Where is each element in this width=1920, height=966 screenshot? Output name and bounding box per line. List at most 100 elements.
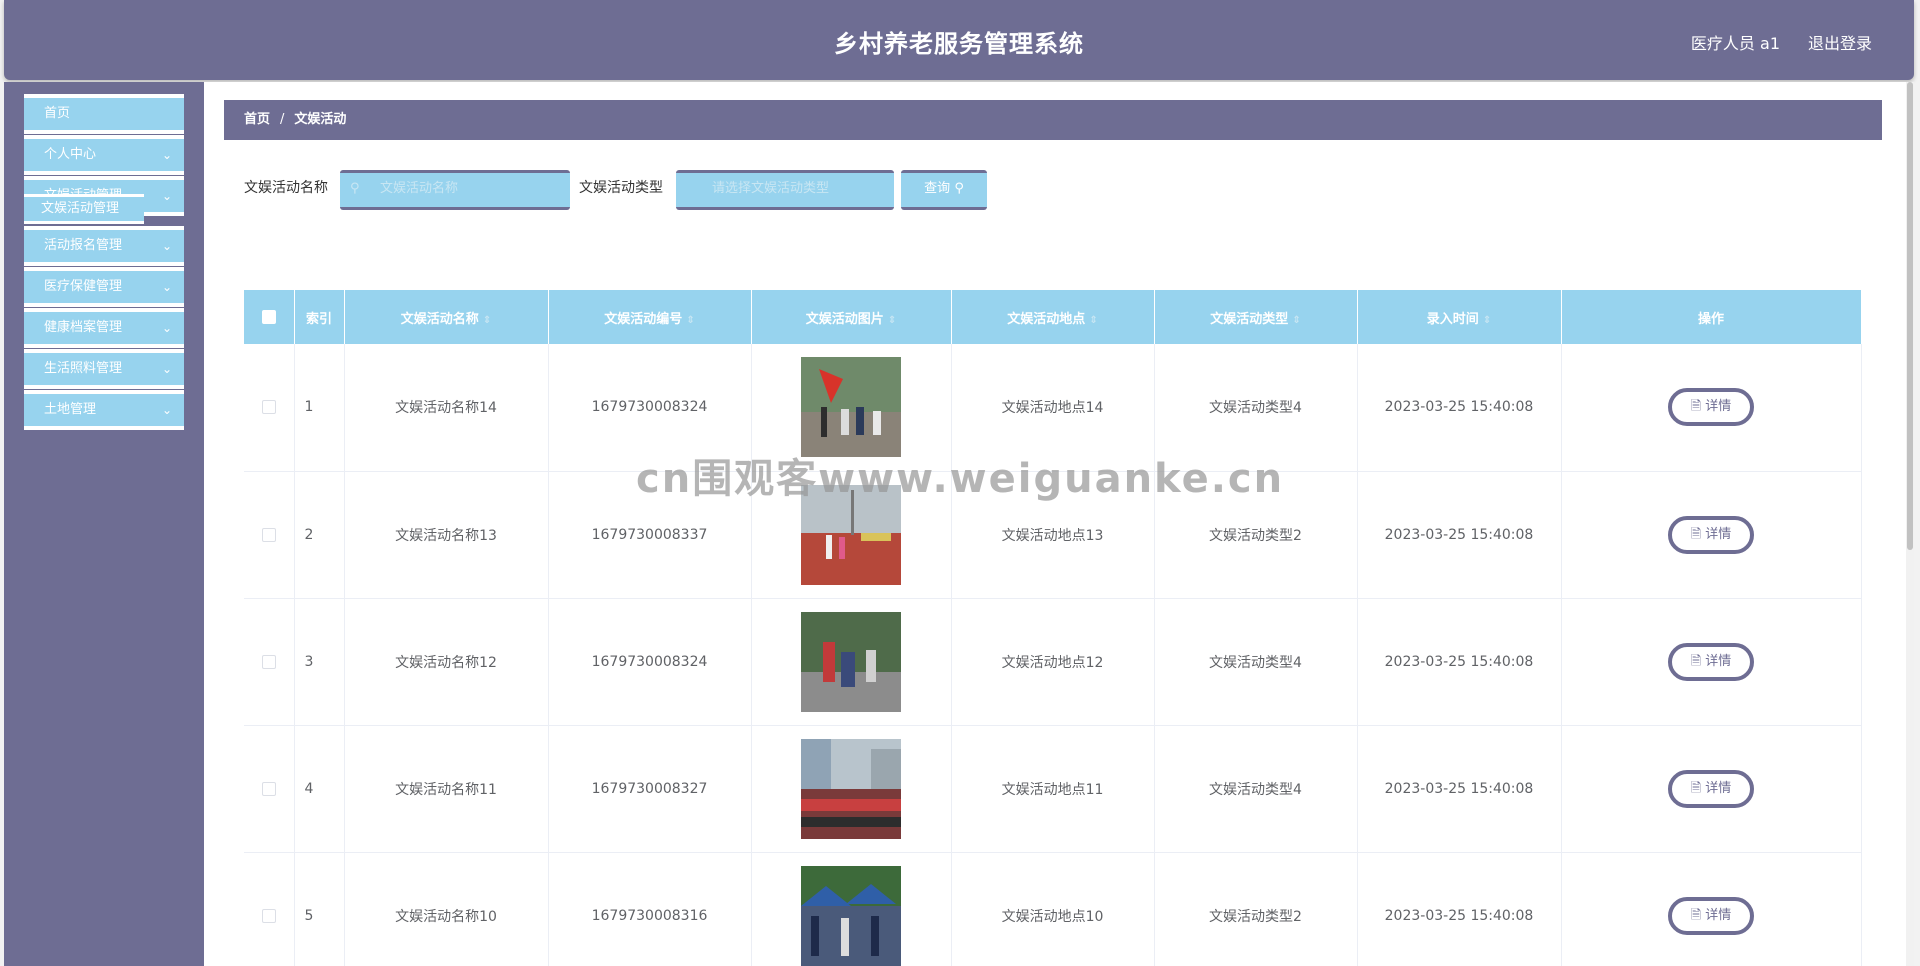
sidebar-item-land-management[interactable]: 土地管理 ⌄ [24,390,184,430]
detail-button-label: 详情 [1705,780,1732,796]
row-checkbox[interactable] [261,654,276,669]
breadcrumb-home[interactable]: 首页 [244,112,270,127]
breadcrumb: 首页 / 文娱活动 [224,100,1882,140]
row-select-cell [244,852,295,966]
breadcrumb-separator: / [280,112,285,127]
sidebar-item-label: 健康档案管理 [44,320,123,335]
row-action-cell: 🗎 详情 [1561,471,1862,599]
submenu-item-activity-management[interactable]: 文娱活动管理 [24,194,144,224]
column-header-name[interactable]: 文娱活动名称 ⇕ [344,290,549,344]
row-checkbox[interactable] [261,908,276,923]
sort-icon[interactable]: ⇕ [686,315,694,326]
column-header-place[interactable]: 文娱活动地点 ⇕ [951,290,1155,344]
row-place: 文娱活动地点12 [951,598,1155,726]
sidebar-item-life-care[interactable]: 生活照料管理 ⌄ [24,349,184,389]
sort-icon[interactable]: ⇕ [1483,315,1491,326]
detail-button[interactable]: 🗎 详情 [1668,642,1754,681]
column-header-index: 索引 [294,290,345,344]
sort-icon[interactable]: ⇕ [483,315,491,326]
chevron-down-icon: ⌄ [161,362,172,376]
sort-icon[interactable]: ⇕ [1292,315,1300,326]
row-code: 1679730008324 [548,344,752,472]
search-type-label: 文娱活动类型 [579,180,663,196]
row-index: 2 [294,471,345,599]
logout-link[interactable]: 退出登录 [1808,30,1872,54]
activity-photo[interactable] [801,357,901,458]
activity-photo[interactable] [801,738,901,839]
table-row: 4 文娱活动名称11 1679730008327 文娱活动地点11 文娱活动类型… [244,725,1862,853]
search-name-input[interactable]: ⚲ 文娱活动名称 [340,170,570,210]
search-name-placeholder: 文娱活动名称 [380,181,459,196]
row-time: 2023-03-25 15:40:08 [1357,344,1562,472]
row-place: 文娱活动地点11 [951,725,1155,853]
select-all-checkbox[interactable] [261,310,276,324]
column-header-code[interactable]: 文娱活动编号 ⇕ [548,290,752,344]
query-button-label: 查询 [924,181,951,196]
detail-button-label: 详情 [1705,526,1732,542]
column-header-label: 录入时间 [1426,311,1479,327]
row-checkbox[interactable] [261,400,276,415]
row-select-cell [244,725,295,853]
detail-button[interactable]: 🗎 详情 [1668,388,1754,427]
vertical-scrollbar[interactable] [1906,82,1914,966]
row-checkbox[interactable] [261,781,276,796]
sidebar-item-healthcare-management[interactable]: 医疗保健管理 ⌄ [24,267,184,307]
chevron-down-icon: ⌄ [161,148,172,162]
row-time: 2023-03-25 15:40:08 [1357,598,1562,726]
column-header-time[interactable]: 录入时间 ⇕ [1357,290,1562,344]
sort-icon[interactable]: ⇕ [888,315,896,326]
document-icon: 🗎 [1690,780,1702,796]
activity-photo[interactable] [801,611,901,712]
scrollbar-thumb[interactable] [1907,82,1913,550]
sidebar-item-label: 首页 [44,106,71,121]
row-action-cell: 🗎 详情 [1561,598,1862,726]
row-type: 文娱活动类型2 [1154,852,1358,966]
row-code: 1679730008324 [548,598,752,726]
sort-icon[interactable]: ⇕ [1089,315,1097,326]
app: 乡村养老服务管理系统 医疗人员 a1 退出登录 首页 个人中心 ⌄ 文娱活动管理… [0,0,1920,966]
document-icon: 🗎 [1690,653,1702,669]
column-header-type[interactable]: 文娱活动类型 ⇕ [1154,290,1358,344]
row-code: 1679730008337 [548,471,752,599]
chevron-down-icon: ⌄ [161,403,172,417]
search-name-label: 文娱活动名称 [244,180,328,196]
table-header-row: 索引 文娱活动名称 ⇕ 文娱活动编号 ⇕ 文娱活动图片 ⇕ 文娱活动地点 ⇕ 文娱活动类… [244,290,1862,344]
row-type: 文娱活动类型4 [1154,598,1358,726]
table-row: 1 文娱活动名称14 1679730008324 文娱活动地点14 文娱活动类型… [244,344,1862,472]
sidebar: 首页 个人中心 ⌄ 文娱活动管理 ⌄ 文娱活动管理 活动报名管理 ⌄ 医疗保健管… [4,82,204,966]
table-row: 3 文娱活动名称12 1679730008324 文娱活动地点12 文娱活动类型… [244,598,1862,726]
detail-button[interactable]: 🗎 详情 [1668,769,1754,808]
column-header-label: 文娱活动名称 [400,311,479,327]
column-header-label: 文娱活动图片 [805,311,884,327]
row-checkbox[interactable] [261,527,276,542]
row-index: 4 [294,725,345,853]
row-time: 2023-03-25 15:40:08 [1357,725,1562,853]
sidebar-item-health-records[interactable]: 健康档案管理 ⌄ [24,308,184,348]
chevron-down-icon: ⌄ [161,321,172,335]
row-select-cell [244,598,295,726]
activity-photo[interactable] [801,865,901,966]
row-name: 文娱活动名称13 [344,471,549,599]
detail-button[interactable]: 🗎 详情 [1668,896,1754,935]
row-select-cell [244,344,295,472]
query-button[interactable]: 查询 ⚲ [901,170,987,210]
sidebar-item-signup-management[interactable]: 活动报名管理 ⌄ [24,226,184,266]
row-action-cell: 🗎 详情 [1561,725,1862,853]
activity-photo[interactable] [801,484,901,585]
row-image-cell [751,598,952,726]
row-code: 1679730008327 [548,725,752,853]
row-action-cell: 🗎 详情 [1561,852,1862,966]
sidebar-item-personal-center[interactable]: 个人中心 ⌄ [24,135,184,175]
row-time: 2023-03-25 15:40:08 [1357,852,1562,966]
row-type: 文娱活动类型2 [1154,471,1358,599]
sidebar-item-home[interactable]: 首页 [24,94,184,134]
row-image-cell [751,471,952,599]
search-type-select[interactable]: 请选择文娱活动类型 [676,170,894,210]
sidebar-item-label: 土地管理 [44,402,97,417]
detail-button[interactable]: 🗎 详情 [1668,515,1754,554]
chevron-down-icon: ⌄ [161,189,172,203]
sidebar-item-label: 生活照料管理 [44,361,123,376]
detail-button-label: 详情 [1705,399,1732,415]
row-code: 1679730008316 [548,852,752,966]
column-header-image[interactable]: 文娱活动图片 ⇕ [751,290,952,344]
